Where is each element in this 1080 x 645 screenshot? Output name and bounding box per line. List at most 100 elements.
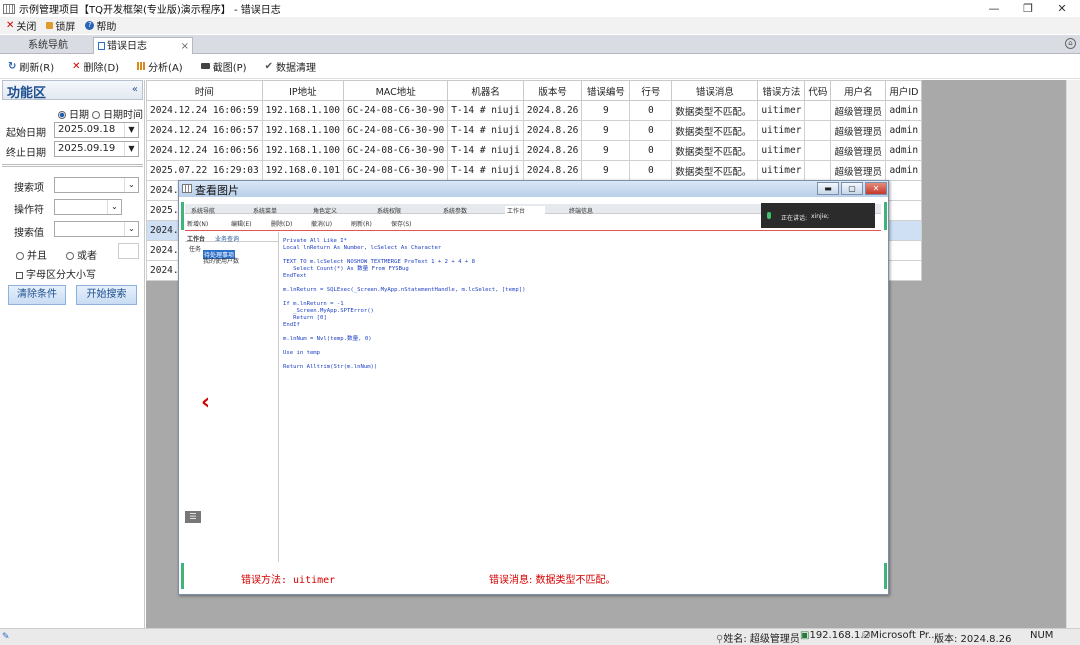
radio-date-icon bbox=[58, 111, 66, 119]
menu-lock[interactable]: 锁屏 bbox=[46, 18, 75, 33]
radio-or[interactable]: 或者 bbox=[66, 247, 97, 262]
search-value-label: 搜索值 bbox=[14, 228, 44, 239]
table-cell bbox=[804, 120, 832, 141]
inner-tab: 系统权限 bbox=[377, 208, 402, 215]
table-cell: T-14 # niuji bbox=[447, 140, 524, 161]
table-cell: 超级管理员 bbox=[830, 160, 887, 181]
tab-error-log[interactable]: 错误日志 × bbox=[93, 37, 193, 54]
clear-conditions-button[interactable]: 清除条件 bbox=[8, 285, 66, 305]
col-machine[interactable]: 机器名 bbox=[447, 80, 524, 101]
logic-combo[interactable] bbox=[118, 243, 139, 259]
vertical-scrollbar[interactable] bbox=[1066, 80, 1080, 628]
table-cell bbox=[804, 100, 832, 121]
menu-help[interactable]: ? 帮助 bbox=[85, 18, 116, 33]
table-row[interactable]: 2024.12.24 16:06:59 192.168.1.100 6C-24-08… bbox=[146, 100, 923, 121]
operator-label: 操作符 bbox=[14, 205, 44, 216]
screenshot-image: 系统导航 系统菜单 角色定义 系统权限 系统参数 工作台 终端信息 正在讲话: … bbox=[181, 198, 887, 593]
table-cell: 192.168.0.101 bbox=[261, 160, 345, 181]
col-mac[interactable]: MAC地址 bbox=[343, 80, 449, 101]
app-icon bbox=[3, 3, 15, 14]
search-item-combo[interactable]: ⌄ bbox=[54, 177, 139, 193]
table-row[interactable]: 2025.07.22 16:29:03 192.168.0.101 6C-24-08… bbox=[146, 160, 923, 181]
footer-error-message: 错误消息: 数据类型不匹配。 bbox=[489, 575, 616, 586]
inner-red-line bbox=[185, 230, 881, 231]
function-panel: 功能区 « 日期 日期时间 起始日期 2025.09.18 ▼ 终止日期 2025… bbox=[0, 80, 145, 628]
col-error-no[interactable]: 错误编号 bbox=[581, 80, 631, 101]
operator-combo[interactable]: ⌄ bbox=[54, 199, 122, 215]
table-cell bbox=[885, 260, 923, 281]
col-version[interactable]: 版本号 bbox=[522, 80, 583, 101]
status-num: NUM bbox=[1030, 630, 1054, 641]
tab-system-nav[interactable]: 系统导航 bbox=[4, 37, 92, 54]
table-cell: 超级管理员 bbox=[830, 140, 887, 161]
speaking-label: 正在讲话: bbox=[781, 215, 808, 222]
table-cell: 192.168.1.100 bbox=[261, 100, 345, 121]
col-code[interactable]: 代码 bbox=[804, 80, 832, 101]
dialog-close-button[interactable]: ✕ bbox=[865, 182, 887, 195]
table-cell: T-14 # niuji bbox=[447, 160, 524, 181]
clear-data-button[interactable]: ✔ 数据清理 bbox=[265, 59, 316, 74]
table-cell: 2024.8.26 bbox=[522, 140, 583, 161]
table-cell: 192.168.1.100 bbox=[261, 140, 345, 161]
restore-button[interactable]: ❐ bbox=[1010, 0, 1046, 17]
start-date-picker[interactable]: 2025.09.18 ▼ bbox=[54, 122, 139, 138]
home-icon[interactable]: ⌂ bbox=[1065, 38, 1076, 49]
table-cell: admin bbox=[885, 140, 923, 161]
col-line[interactable]: 行号 bbox=[629, 80, 673, 101]
analyze-button[interactable]: 分析(A) bbox=[137, 59, 183, 74]
dialog-minimize-button[interactable]: ▬ bbox=[817, 182, 839, 195]
checkbox-icon bbox=[16, 272, 23, 279]
menu-close[interactable]: ✕ 关闭 bbox=[6, 18, 36, 33]
screenshot-button[interactable]: 截图(P) bbox=[200, 59, 247, 74]
inner-tab: 系统菜单 bbox=[253, 208, 278, 215]
table-cell bbox=[885, 180, 923, 201]
start-search-button[interactable]: 开始搜索 bbox=[76, 285, 137, 305]
status-user: ⚲姓名: 超级管理员 bbox=[716, 634, 800, 645]
delete-button[interactable]: ✕ 删除(D) bbox=[72, 59, 119, 74]
table-cell: T-14 # niuji bbox=[447, 120, 524, 141]
table-cell: uitimer bbox=[757, 140, 806, 161]
table-cell: 0 bbox=[629, 120, 673, 141]
table-row[interactable]: 2024.12.24 16:06:56 192.168.1.100 6C-24-08… bbox=[146, 140, 923, 161]
dialog-title-bar[interactable]: 查看图片 ▬ ▢ ✕ bbox=[179, 181, 888, 197]
table-cell: 2024.12.24 16:06:59 bbox=[146, 100, 263, 121]
case-sensitive-checkbox[interactable]: 字母区分大小写 bbox=[16, 266, 96, 281]
inner-tab: 终端信息 bbox=[569, 208, 594, 215]
radio-datetime-icon bbox=[92, 111, 100, 119]
status-version: 版本: 2024.8.26 bbox=[934, 634, 1012, 645]
table-cell: 192.168.1.100 bbox=[261, 120, 345, 141]
radio-and[interactable]: 并且 bbox=[16, 247, 47, 262]
dialog-maximize-button[interactable]: ▢ bbox=[841, 182, 863, 195]
chevron-down-icon: ⌄ bbox=[107, 200, 121, 214]
collapse-icon[interactable]: « bbox=[132, 84, 138, 95]
tab-close-icon[interactable]: × bbox=[181, 38, 189, 55]
inner-tab: 系统导航 bbox=[191, 208, 216, 215]
status-app-icon: ✎ bbox=[2, 632, 10, 642]
search-value-combo[interactable]: ⌄ bbox=[54, 221, 139, 237]
radio-date[interactable]: 日期 bbox=[58, 106, 89, 121]
table-cell: T-14 # niuji bbox=[447, 100, 524, 121]
table-cell: 超级管理员 bbox=[830, 120, 887, 141]
col-time[interactable]: 时间 bbox=[146, 80, 263, 101]
close-window-button[interactable]: ✕ bbox=[1044, 0, 1080, 17]
end-date-picker[interactable]: 2025.09.19 ▼ bbox=[54, 141, 139, 157]
table-row[interactable]: 2024.12.24 16:06:57 192.168.1.100 6C-24-08… bbox=[146, 120, 923, 141]
code-line: Return Alltrim(Str(m.lnNum)) bbox=[283, 364, 378, 370]
col-method[interactable]: 错误方法 bbox=[757, 80, 806, 101]
status-bar: ✎ ⚲姓名: 超级管理员 ▣192.168.1.2 ⛁Microsoft Pr.… bbox=[0, 628, 1080, 645]
col-userid[interactable]: 用户ID bbox=[885, 80, 923, 101]
col-username[interactable]: 用户名 bbox=[830, 80, 887, 101]
chart-icon bbox=[137, 62, 146, 70]
table-cell: 6C-24-08-C6-30-90 bbox=[343, 100, 449, 121]
col-message[interactable]: 错误消息 bbox=[671, 80, 759, 101]
table-cell: 2024.12.24 16:06:56 bbox=[146, 140, 263, 161]
inner-tool: 删除(D) bbox=[271, 221, 293, 228]
refresh-button[interactable]: ↻ 刷新(R) bbox=[8, 59, 54, 74]
radio-datetime[interactable]: 日期时间 bbox=[92, 106, 143, 121]
chevron-left-icon: ‹ bbox=[201, 390, 211, 415]
inner-tool: 保存(S) bbox=[391, 221, 412, 228]
speaking-user: xinjie; bbox=[811, 213, 830, 220]
table-cell: 数据类型不匹配。 bbox=[671, 100, 759, 121]
col-ip[interactable]: IP地址 bbox=[261, 80, 345, 101]
minimize-button[interactable]: — bbox=[976, 0, 1012, 17]
